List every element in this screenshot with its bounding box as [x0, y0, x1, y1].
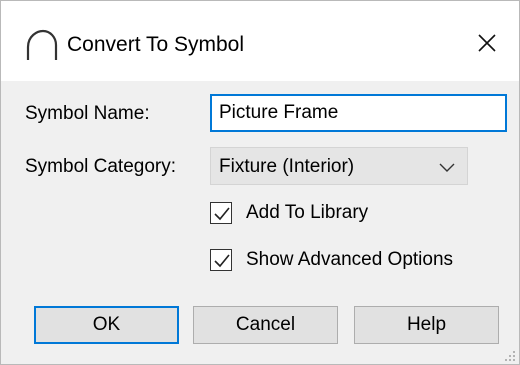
- convert-to-symbol-dialog: Convert To Symbol Symbol Name: Symbol Ca…: [0, 0, 520, 365]
- symbol-category-value: Fixture (Interior): [219, 156, 355, 177]
- symbol-name-input[interactable]: [210, 94, 507, 132]
- help-button[interactable]: Help: [354, 306, 499, 344]
- add-to-library-checkbox[interactable]: [210, 202, 232, 224]
- add-to-library-option[interactable]: Add To Library: [210, 201, 410, 225]
- title-bar: Convert To Symbol: [1, 1, 519, 81]
- add-to-library-label: Add To Library: [246, 202, 369, 223]
- arc-icon: [25, 27, 59, 61]
- symbol-name-label: Symbol Name:: [25, 103, 150, 124]
- show-advanced-options-option[interactable]: Show Advanced Options: [210, 248, 500, 272]
- cancel-button[interactable]: Cancel: [193, 306, 338, 344]
- close-icon: [477, 33, 497, 58]
- resize-grip-icon[interactable]: [504, 349, 516, 361]
- ok-button[interactable]: OK: [34, 306, 179, 344]
- symbol-category-label: Symbol Category:: [25, 156, 177, 177]
- window-title: Convert To Symbol: [67, 33, 245, 56]
- close-button[interactable]: [467, 25, 507, 65]
- chevron-down-icon: [439, 160, 455, 172]
- show-advanced-options-checkbox[interactable]: [210, 249, 232, 271]
- symbol-category-select[interactable]: Fixture (Interior): [210, 147, 468, 185]
- show-advanced-options-label: Show Advanced Options: [246, 249, 454, 270]
